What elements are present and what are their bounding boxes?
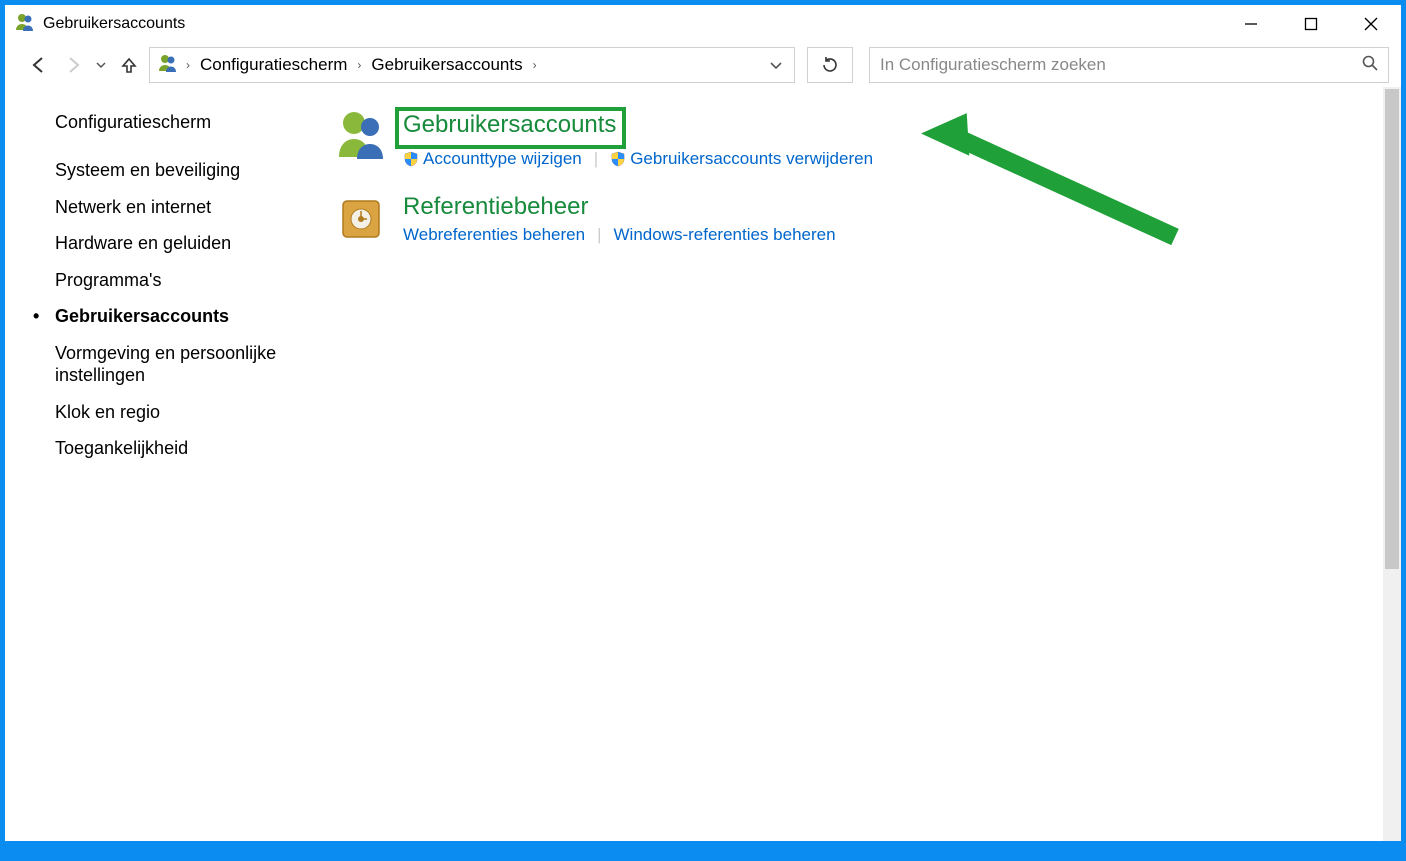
scrollbar-thumb[interactable] <box>1385 89 1399 569</box>
recent-locations-dropdown[interactable] <box>93 60 109 70</box>
category-credential-manager: Referentiebeheer Webreferenties beheren … <box>335 193 1391 245</box>
forward-button[interactable] <box>59 51 87 79</box>
window-title: Gebruikersaccounts <box>43 15 185 33</box>
sublink-label: Windows-referenties beheren <box>614 225 836 245</box>
chevron-right-icon[interactable]: › <box>355 58 363 72</box>
category-sublinks: Accounttype wijzigen | <box>403 149 873 169</box>
chevron-right-icon[interactable]: › <box>531 58 539 72</box>
user-accounts-large-icon <box>335 107 387 159</box>
category-sublinks: Webreferenties beheren | Windows-referen… <box>403 225 836 245</box>
address-bar[interactable]: › Configuratiescherm › Gebruikersaccount… <box>149 47 795 83</box>
main-pane: Gebruikersaccounts <box>305 87 1401 841</box>
refresh-button[interactable] <box>807 47 853 83</box>
sublink-label: Webreferenties beheren <box>403 225 585 245</box>
sidebar-item-appearance[interactable]: Vormgeving en persoonlijke instellingen <box>55 342 295 387</box>
uac-shield-icon <box>610 151 626 167</box>
sublink-manage-web-credentials[interactable]: Webreferenties beheren <box>403 225 585 245</box>
nav-row: › Configuratiescherm › Gebruikersaccount… <box>5 43 1401 87</box>
titlebar: Gebruikersaccounts <box>5 5 1401 43</box>
minimize-button[interactable] <box>1221 5 1281 43</box>
category-title-link[interactable]: Referentiebeheer <box>403 193 836 221</box>
vertical-scrollbar[interactable] <box>1383 87 1401 841</box>
sublink-manage-windows-credentials[interactable]: Windows-referenties beheren <box>614 225 836 245</box>
user-accounts-icon <box>158 53 178 78</box>
sublink-label: Accounttype wijzigen <box>423 149 582 169</box>
close-button[interactable] <box>1341 5 1401 43</box>
search-box[interactable]: In Configuratiescherm zoeken <box>869 47 1389 83</box>
breadcrumb-item[interactable]: Gebruikersaccounts <box>367 55 526 75</box>
maximize-button[interactable] <box>1281 5 1341 43</box>
annotation-highlight-box: Gebruikersaccounts <box>395 107 626 149</box>
window-controls <box>1221 5 1401 43</box>
uac-shield-icon <box>403 151 419 167</box>
sidebar-item-hardware-sound[interactable]: Hardware en geluiden <box>55 232 295 255</box>
back-button[interactable] <box>25 51 53 79</box>
sublink-remove-user-accounts[interactable]: Gebruikersaccounts verwijderen <box>610 149 873 169</box>
separator: | <box>590 149 602 169</box>
category-user-accounts: Gebruikersaccounts <box>335 107 1391 169</box>
sidebar-item-ease-of-access[interactable]: Toegankelijkheid <box>55 437 295 460</box>
up-button[interactable] <box>115 51 143 79</box>
window: Gebruikersaccounts <box>5 5 1401 841</box>
credential-manager-icon <box>335 193 387 245</box>
sidebar-item-programs[interactable]: Programma's <box>55 269 295 292</box>
category-title-link[interactable]: Gebruikersaccounts <box>403 111 616 139</box>
address-history-dropdown[interactable] <box>762 48 790 82</box>
sidebar-item-user-accounts[interactable]: Gebruikersaccounts <box>55 305 295 328</box>
sublink-change-account-type[interactable]: Accounttype wijzigen <box>403 149 582 169</box>
search-placeholder: In Configuratiescherm zoeken <box>880 55 1362 75</box>
control-panel-home-link[interactable]: Configuratiescherm <box>55 112 295 133</box>
user-accounts-icon <box>15 12 35 37</box>
chevron-right-icon[interactable]: › <box>184 58 192 72</box>
sidebar: Configuratiescherm Systeem en beveiligin… <box>5 87 305 841</box>
sublink-label: Gebruikersaccounts verwijderen <box>630 149 873 169</box>
sidebar-item-network-internet[interactable]: Netwerk en internet <box>55 196 295 219</box>
sidebar-item-system-security[interactable]: Systeem en beveiliging <box>55 159 295 182</box>
content: Configuratiescherm Systeem en beveiligin… <box>5 87 1401 841</box>
separator: | <box>593 225 605 245</box>
search-icon[interactable] <box>1362 55 1378 76</box>
sidebar-list: Systeem en beveiliging Netwerk en intern… <box>55 159 295 460</box>
sidebar-item-clock-region[interactable]: Klok en regio <box>55 401 295 424</box>
breadcrumb-item[interactable]: Configuratiescherm <box>196 55 351 75</box>
